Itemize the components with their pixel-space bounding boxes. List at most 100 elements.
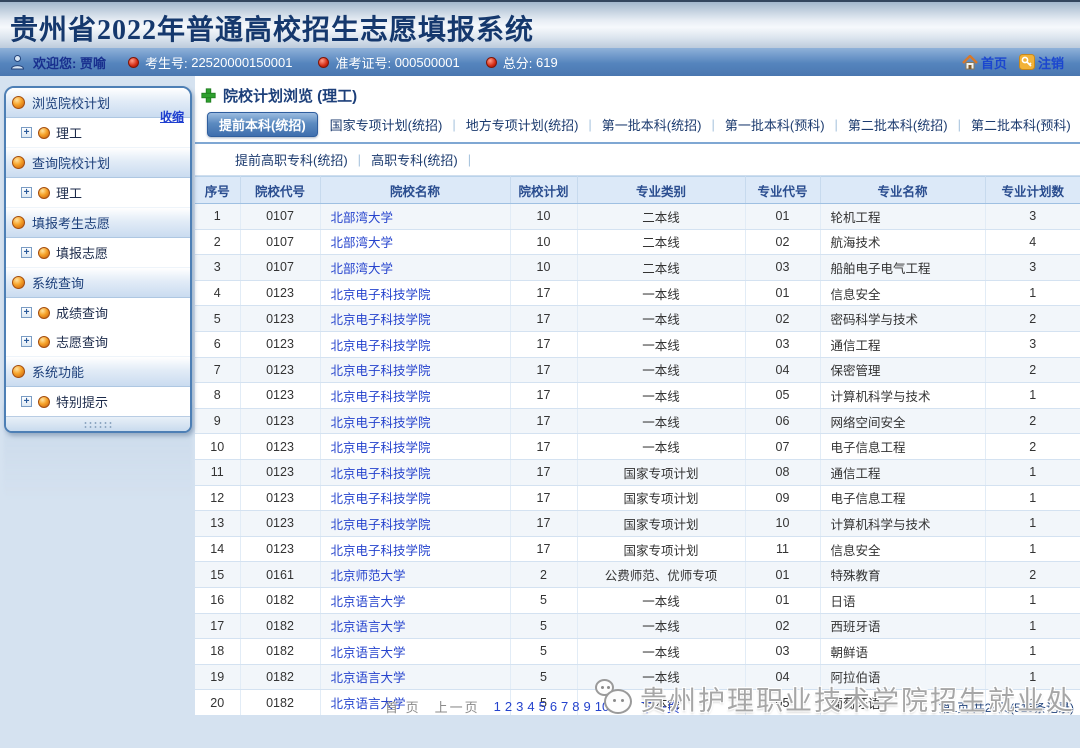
cell: 5 <box>510 613 578 640</box>
college-link[interactable]: 北部湾大学 <box>331 262 394 276</box>
user-fields: 考生号: 22520000150001 准考证号: 000500001 总分: 61… <box>127 53 584 72</box>
home-link[interactable]: 首页 <box>981 53 1007 72</box>
expand-plus-icon[interactable]: + <box>21 307 32 318</box>
cell: 06 <box>745 408 821 435</box>
college-link[interactable]: 北京语言大学 <box>331 595 406 609</box>
college-link[interactable]: 北京语言大学 <box>331 620 406 634</box>
college-link[interactable]: 北京语言大学 <box>331 646 406 660</box>
cell: 一本线 <box>577 331 746 358</box>
cell: 0123 <box>240 331 321 358</box>
cell: 14 <box>195 536 241 563</box>
cell: 二本线 <box>577 229 746 256</box>
prev-page-button[interactable]: 上一页 <box>435 697 480 716</box>
table-header-row: 序号 院校代号 院校名称 院校计划 专业类别 专业代号 专业名称 专业计划数 <box>195 176 1080 204</box>
page-number[interactable]: 5 <box>539 699 546 714</box>
expand-plus-icon[interactable]: + <box>21 247 32 258</box>
cell: 1 <box>985 638 1080 665</box>
page-number[interactable]: 9 <box>584 699 591 714</box>
tab-item[interactable]: 高职专科(统招) <box>363 148 466 171</box>
bullet-ball-icon <box>38 126 50 139</box>
user-field-label: 考生号: <box>144 55 188 71</box>
page-number[interactable]: 1 <box>494 699 501 714</box>
tab-item[interactable]: 国家专项计划(统招) <box>322 113 451 136</box>
tab-row-2: 提前高职专科(统招) | 高职专科(统招) | <box>195 144 1080 176</box>
college-link[interactable]: 北京电子科技学院 <box>331 313 431 327</box>
page-number[interactable]: 7 <box>561 699 568 714</box>
college-link[interactable]: 北京电子科技学院 <box>331 288 431 302</box>
tab-item[interactable]: 第一批本科(统招) <box>594 113 710 136</box>
college-link[interactable]: 北京电子科技学院 <box>331 441 431 455</box>
college-link[interactable]: 北京电子科技学院 <box>331 518 431 532</box>
college-link[interactable]: 北部湾大学 <box>331 211 394 225</box>
tab-item[interactable]: 第一批本科(预科) <box>717 113 833 136</box>
college-link[interactable]: 北京电子科技学院 <box>331 467 431 481</box>
cell: 北京电子科技学院 <box>320 485 511 512</box>
bullet-ball-icon <box>38 335 50 348</box>
first-page-button[interactable]: 首 页 <box>385 697 421 716</box>
cell: 5 <box>195 305 241 332</box>
watermark: 贵州护理职业技术学院招生就业处 <box>594 678 1075 718</box>
cell: 1 <box>985 536 1080 563</box>
tab-item[interactable]: 第二批本科(预科) <box>963 113 1079 136</box>
column-header: 院校名称 <box>320 176 511 204</box>
expand-plus-icon[interactable]: + <box>21 396 32 407</box>
college-link[interactable]: 北京电子科技学院 <box>331 492 431 506</box>
sidebar-group-header[interactable]: 系统功能 <box>6 356 190 387</box>
page-number[interactable]: 4 <box>527 699 534 714</box>
cell: 01 <box>745 561 821 588</box>
tab-item[interactable]: 提前本科(统招) <box>207 112 318 137</box>
cell: 0182 <box>240 689 321 716</box>
page-number[interactable]: 6 <box>550 699 557 714</box>
cell: 17 <box>510 280 578 307</box>
sidebar-item[interactable]: + 填报志愿 <box>6 238 190 267</box>
sidebar-resize-grip[interactable] <box>6 416 190 431</box>
table-row: 5 0123 北京电子科技学院 17 一本线 02 密码科学与技术 2 <box>195 305 1080 332</box>
red-dot-icon <box>127 56 139 68</box>
column-header: 专业代号 <box>745 176 821 204</box>
college-link[interactable]: 北京电子科技学院 <box>331 544 431 558</box>
cell: 2 <box>985 357 1080 384</box>
tab-item[interactable]: 第二批本科(统招) <box>840 113 956 136</box>
bullet-ball-icon <box>38 395 50 408</box>
bullet-ball-icon <box>12 96 25 109</box>
cell: 网络空间安全 <box>820 408 986 435</box>
expand-plus-icon[interactable]: + <box>21 127 32 138</box>
sidebar-collapse-link[interactable]: 收缩 <box>160 108 184 125</box>
college-link[interactable]: 北京电子科技学院 <box>331 339 431 353</box>
cell: 一本线 <box>577 305 746 332</box>
welcome-label: 欢迎您: <box>33 55 77 71</box>
college-link[interactable]: 北京电子科技学院 <box>331 416 431 430</box>
sidebar-group-header[interactable]: 系统查询 <box>6 267 190 298</box>
page-number[interactable]: 3 <box>516 699 523 714</box>
cell: 二本线 <box>577 203 746 230</box>
user-icon <box>10 54 25 70</box>
key-icon <box>1018 54 1035 70</box>
sidebar-item[interactable]: + 成绩查询 <box>6 298 190 327</box>
sidebar-group-header[interactable]: 查询院校计划 <box>6 147 190 178</box>
cell: 01 <box>745 203 821 230</box>
college-link[interactable]: 北京师范大学 <box>331 569 406 583</box>
sidebar-item[interactable]: + 特别提示 <box>6 387 190 416</box>
column-header: 专业类别 <box>577 176 746 204</box>
expand-plus-icon[interactable]: + <box>21 187 32 198</box>
college-link[interactable]: 北部湾大学 <box>331 236 394 250</box>
sidebar-item[interactable]: + 志愿查询 <box>6 327 190 356</box>
page-number[interactable]: 8 <box>572 699 579 714</box>
user-field-value: 619 <box>532 54 558 70</box>
cell: 1 <box>985 587 1080 614</box>
tab-item[interactable]: 提前高职专科(统招) <box>227 148 356 171</box>
logout-link[interactable]: 注销 <box>1038 53 1064 72</box>
college-link[interactable]: 北京电子科技学院 <box>331 364 431 378</box>
sidebar-group-header[interactable]: 填报考生志愿 <box>6 207 190 238</box>
college-link[interactable]: 北京语言大学 <box>331 671 406 685</box>
expand-plus-icon[interactable]: + <box>21 336 32 347</box>
tab-item[interactable]: 地方专项计划(统招) <box>458 113 587 136</box>
cell: 1 <box>985 613 1080 640</box>
page-number[interactable]: 2 <box>505 699 512 714</box>
cell: 北京语言大学 <box>320 664 511 691</box>
sidebar-group-header[interactable]: 浏览院校计划 收缩 <box>6 88 190 124</box>
college-link[interactable]: 北京电子科技学院 <box>331 390 431 404</box>
table-row: 13 0123 北京电子科技学院 17 国家专项计划 10 计算机科学与技术 1 <box>195 510 1080 537</box>
cell: 5 <box>510 664 578 691</box>
sidebar-item[interactable]: + 理工 <box>6 178 190 207</box>
